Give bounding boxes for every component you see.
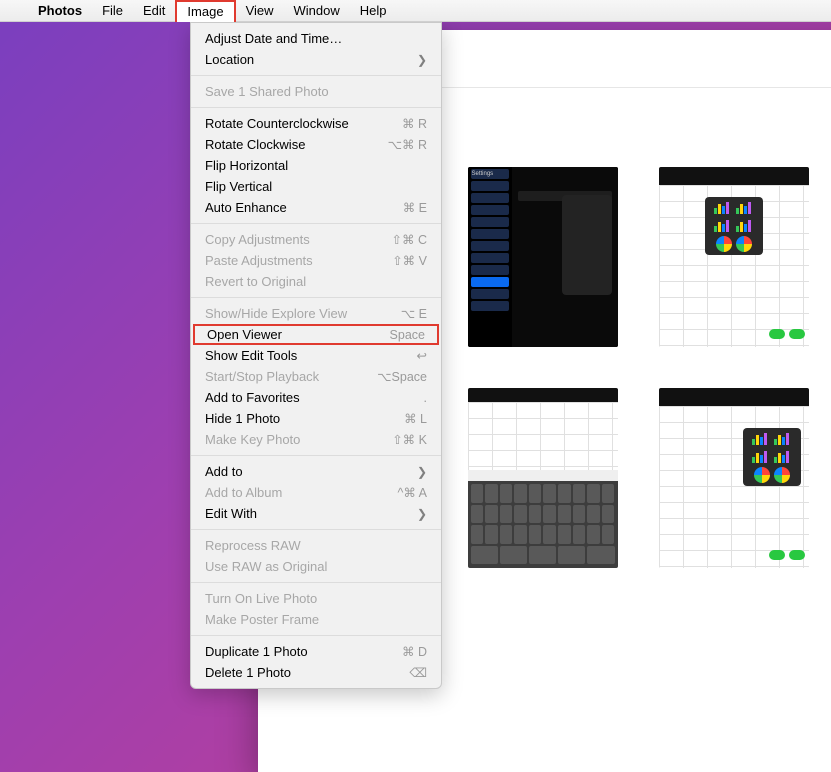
photo-thumb[interactable]: Settings (465, 164, 620, 349)
menu-item-flip-horizontal[interactable]: Flip Horizontal (191, 155, 441, 176)
menu-item-label: Turn On Live Photo (205, 591, 427, 606)
menu-item-label: Add to Album (205, 485, 398, 500)
menu-shortcut: ⌘ R (402, 116, 427, 131)
menu-shortcut: ⌘ D (402, 644, 427, 659)
chevron-right-icon: ❯ (417, 507, 427, 521)
thumb-content (468, 388, 618, 568)
menu-shortcut: ⌥Space (377, 369, 427, 384)
menu-item-revert-to-original: Revert to Original (191, 271, 441, 292)
menu-item-label: Location (205, 52, 417, 67)
menu-item-label: Start/Stop Playback (205, 369, 377, 384)
menu-shortcut: ⇧⌘ K (392, 432, 427, 447)
menu-item-paste-adjustments: Paste Adjustments⇧⌘ V (191, 250, 441, 271)
menu-shortcut: . (424, 391, 427, 405)
menu-item-label: Add to (205, 464, 417, 479)
menu-item-add-to-album: Add to Album^⌘ A (191, 482, 441, 503)
menu-item-label: Hide 1 Photo (205, 411, 404, 426)
thumb-content: Settings (468, 167, 618, 347)
menu-item-flip-vertical[interactable]: Flip Vertical (191, 176, 441, 197)
menu-separator (191, 297, 441, 298)
menubar-image[interactable]: Image (175, 0, 235, 22)
menu-separator (191, 582, 441, 583)
thumb-content (659, 388, 809, 568)
menu-item-label: Make Poster Frame (205, 612, 427, 627)
menu-item-label: Duplicate 1 Photo (205, 644, 402, 659)
menu-item-auto-enhance[interactable]: Auto Enhance⌘ E (191, 197, 441, 218)
menu-item-show-edit-tools[interactable]: Show Edit Tools↩ (191, 345, 441, 366)
menu-separator (191, 635, 441, 636)
menu-shortcut: ⇧⌘ V (392, 253, 427, 268)
menu-item-reprocess-raw: Reprocess RAW (191, 535, 441, 556)
menu-item-edit-with[interactable]: Edit With❯ (191, 503, 441, 524)
photo-thumb[interactable] (465, 385, 620, 570)
menu-shortcut: ⌫ (409, 665, 427, 680)
menu-item-duplicate-1-photo[interactable]: Duplicate 1 Photo⌘ D (191, 641, 441, 662)
menu-item-label: Rotate Counterclockwise (205, 116, 402, 131)
menu-separator (191, 455, 441, 456)
menubar-window[interactable]: Window (284, 0, 350, 22)
menu-item-location[interactable]: Location❯ (191, 49, 441, 70)
menu-item-adjust-date-and-time[interactable]: Adjust Date and Time… (191, 28, 441, 49)
menu-item-label: Use RAW as Original (205, 559, 427, 574)
menubar-app[interactable]: Photos (28, 0, 92, 22)
menubar-edit[interactable]: Edit (133, 0, 175, 22)
menu-item-add-to-favorites[interactable]: Add to Favorites. (191, 387, 441, 408)
menu-item-rotate-clockwise[interactable]: Rotate Clockwise⌥⌘ R (191, 134, 441, 155)
menu-item-start-stop-playback: Start/Stop Playback⌥Space (191, 366, 441, 387)
menu-item-turn-on-live-photo: Turn On Live Photo (191, 588, 441, 609)
menu-item-label: Rotate Clockwise (205, 137, 388, 152)
menu-item-label: Auto Enhance (205, 200, 403, 215)
menu-shortcut: ^⌘ A (398, 485, 428, 500)
menu-item-label: Copy Adjustments (205, 232, 392, 247)
menu-shortcut: ↩ (417, 348, 427, 363)
menu-shortcut: ⌘ L (404, 411, 427, 426)
menu-item-label: Show Edit Tools (205, 348, 417, 363)
menu-item-label: Edit With (205, 506, 417, 521)
menubar-help[interactable]: Help (350, 0, 397, 22)
menu-item-add-to[interactable]: Add to❯ (191, 461, 441, 482)
menu-separator (191, 223, 441, 224)
menu-shortcut: ⇧⌘ C (392, 232, 427, 247)
menu-shortcut: ⌘ E (403, 200, 427, 215)
menu-item-label: Flip Vertical (205, 179, 427, 194)
menu-item-label: Add to Favorites (205, 390, 424, 405)
menu-item-save-1-shared-photo: Save 1 Shared Photo (191, 81, 441, 102)
menu-item-rotate-counterclockwise[interactable]: Rotate Counterclockwise⌘ R (191, 113, 441, 134)
menu-item-label: Flip Horizontal (205, 158, 427, 173)
menu-item-hide-1-photo[interactable]: Hide 1 Photo⌘ L (191, 408, 441, 429)
chevron-right-icon: ❯ (417, 53, 427, 67)
menu-separator (191, 107, 441, 108)
menu-item-label: Show/Hide Explore View (205, 306, 401, 321)
menu-shortcut: Space (390, 328, 425, 342)
menu-item-open-viewer[interactable]: Open ViewerSpace (193, 324, 439, 345)
menu-item-show-hide-explore-view: Show/Hide Explore View⌥ E (191, 303, 441, 324)
menubar-view[interactable]: View (236, 0, 284, 22)
menu-item-label: Adjust Date and Time… (205, 31, 427, 46)
menu-item-make-poster-frame: Make Poster Frame (191, 609, 441, 630)
menu-item-delete-1-photo[interactable]: Delete 1 Photo⌫ (191, 662, 441, 683)
menu-item-make-key-photo: Make Key Photo⇧⌘ K (191, 429, 441, 450)
chevron-right-icon: ❯ (417, 465, 427, 479)
menu-item-label: Delete 1 Photo (205, 665, 409, 680)
menu-item-copy-adjustments: Copy Adjustments⇧⌘ C (191, 229, 441, 250)
menu-item-label: Revert to Original (205, 274, 427, 289)
menu-shortcut: ⌥⌘ R (388, 137, 427, 152)
menu-item-label: Open Viewer (207, 327, 390, 342)
thumb-content (659, 167, 809, 347)
menu-item-label: Reprocess RAW (205, 538, 427, 553)
menu-separator (191, 75, 441, 76)
image-menu-dropdown: Adjust Date and Time…Location❯Save 1 Sha… (190, 22, 442, 689)
menubar: Photos File Edit Image View Window Help (0, 0, 831, 22)
menu-item-label: Save 1 Shared Photo (205, 84, 427, 99)
menu-item-label: Paste Adjustments (205, 253, 392, 268)
menu-separator (191, 529, 441, 530)
menu-item-use-raw-as-original: Use RAW as Original (191, 556, 441, 577)
menu-item-label: Make Key Photo (205, 432, 392, 447)
photo-thumb[interactable] (656, 385, 811, 570)
menu-shortcut: ⌥ E (401, 306, 427, 321)
menubar-file[interactable]: File (92, 0, 133, 22)
photo-thumb[interactable] (656, 164, 811, 349)
